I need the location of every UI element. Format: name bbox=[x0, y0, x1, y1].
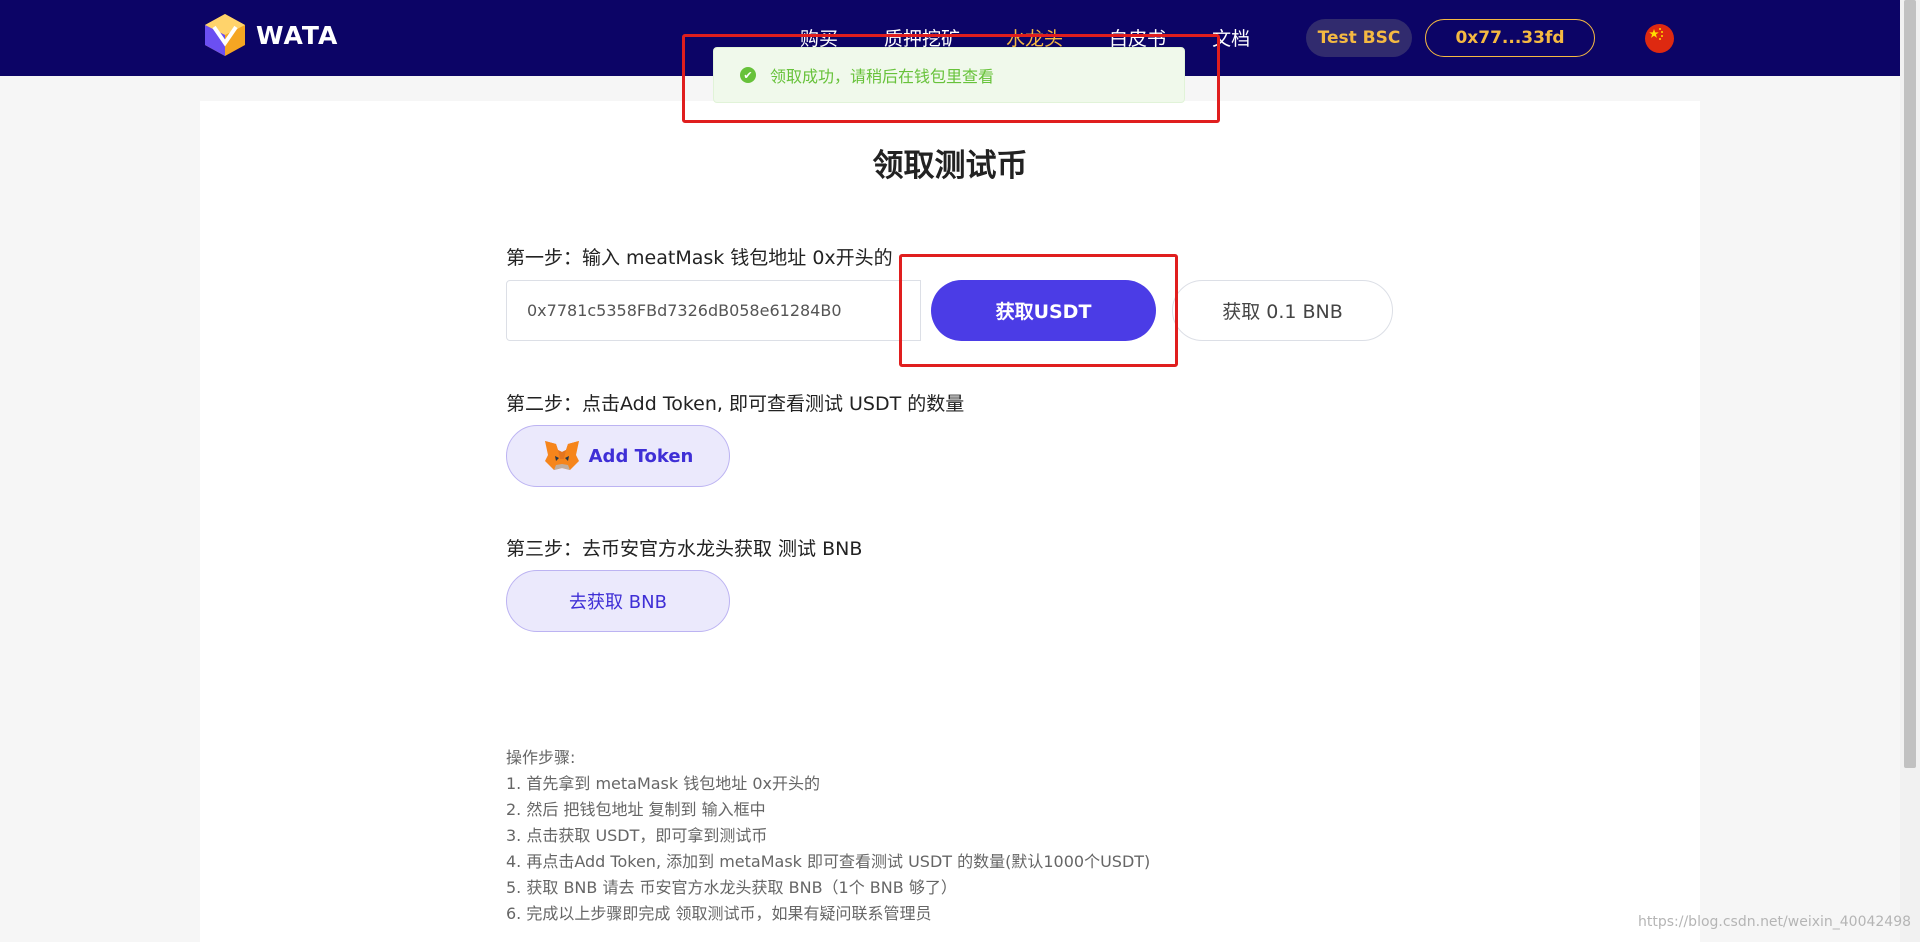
network-button[interactable]: Test BSC bbox=[1306, 19, 1412, 57]
metamask-fox-icon bbox=[543, 439, 581, 473]
step2-label: 第二步：点击Add Token, 即可查看测试 USDT 的数量 bbox=[506, 389, 964, 416]
instruction-line: 4. 再点击Add Token, 添加到 metaMask 即可查看测试 USD… bbox=[506, 849, 1150, 875]
instruction-line: 3. 点击获取 USDT，即可拿到测试币 bbox=[506, 823, 1150, 849]
go-get-bnb-button[interactable]: 去获取 BNB bbox=[506, 570, 730, 632]
instruction-line: 6. 完成以上步骤即完成 领取测试币，如果有疑问联系管理员 bbox=[506, 901, 1150, 927]
watermark-text: https://blog.csdn.net/weixin_40042498 bbox=[1638, 914, 1911, 930]
logo[interactable]: WATA bbox=[204, 13, 338, 57]
annotation-box-get-usdt bbox=[899, 254, 1178, 367]
wata-logo-icon bbox=[204, 13, 246, 57]
logo-text: WATA bbox=[256, 21, 338, 50]
page-scrollbar[interactable] bbox=[1900, 0, 1920, 942]
annotation-box-toast bbox=[682, 34, 1220, 123]
step1-label: 第一步：输入 meatMask 钱包地址 0x开头的 bbox=[506, 243, 893, 270]
instructions: 操作步骤: 1. 首先拿到 metaMask 钱包地址 0x开头的 2. 然后 … bbox=[506, 745, 1150, 927]
wallet-address-button[interactable]: 0x77...33fd bbox=[1425, 19, 1595, 57]
add-token-button[interactable]: Add Token bbox=[506, 425, 730, 487]
step3-label: 第三步：去币安官方水龙头获取 测试 BNB bbox=[506, 534, 862, 561]
instruction-line: 2. 然后 把钱包地址 复制到 输入框中 bbox=[506, 797, 1150, 823]
instructions-heading: 操作步骤: bbox=[506, 745, 1150, 771]
china-flag-icon[interactable] bbox=[1645, 24, 1674, 53]
instruction-line: 1. 首先拿到 metaMask 钱包地址 0x开头的 bbox=[506, 771, 1150, 797]
page-title: 领取测试币 bbox=[0, 140, 1900, 185]
add-token-label: Add Token bbox=[589, 446, 694, 467]
instruction-line: 5. 获取 BNB 请去 币安官方水龙头获取 BNB（1个 BNB 够了） bbox=[506, 875, 1150, 901]
wallet-address-input[interactable] bbox=[506, 280, 921, 341]
scrollbar-thumb[interactable] bbox=[1904, 0, 1916, 768]
get-bnb-button[interactable]: 获取 0.1 BNB bbox=[1172, 280, 1393, 341]
